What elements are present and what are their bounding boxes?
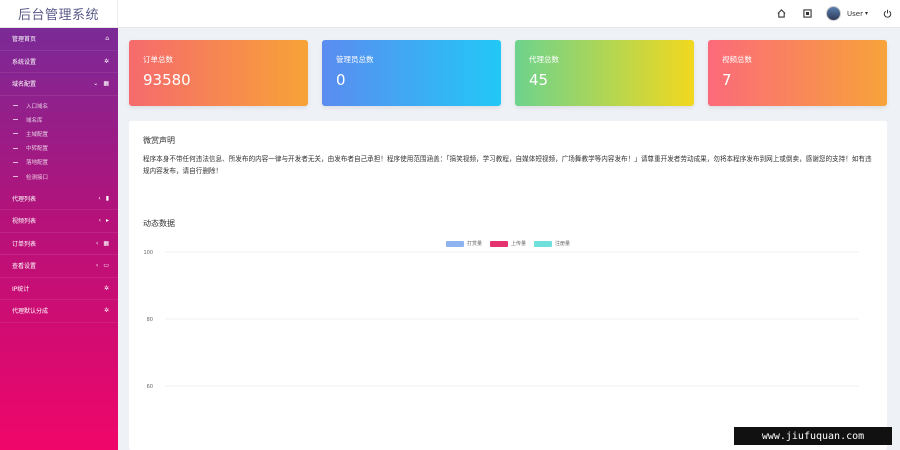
sidebar-item-label: 代理默认分成 — [12, 308, 49, 316]
dash-icon — [13, 105, 18, 107]
stat-card-videos: 视频总数 7 — [708, 40, 887, 106]
play-icon: ▸ — [105, 217, 109, 225]
app-title[interactable]: 后台管理系统 — [0, 0, 118, 28]
domain-submenu: 入口域名 域名库 主域配置 中转配置 落地配置 检测接口 — [0, 96, 118, 188]
sidebar-item-label: IP统计 — [12, 285, 30, 293]
chevron-left-icon: ‹ — [95, 262, 99, 270]
chevron-left-icon: ‹ — [98, 217, 101, 225]
sidebar-item-label: 域名配置 — [12, 81, 37, 89]
notice-title: 微赏声明 — [143, 136, 175, 145]
dash-icon — [13, 147, 18, 149]
notice-text: 程序本身不带任何违法信息、所发布的内容一律与开发者无关，由发布者自己承担！程序使… — [143, 155, 872, 175]
laptop-icon: ▭ — [103, 262, 109, 270]
fullscreen-icon[interactable] — [794, 0, 820, 28]
stat-value: 93580 — [143, 71, 191, 89]
user-icon: ▮ — [105, 194, 109, 202]
watermark: www.jiufuquan.com — [734, 427, 892, 445]
y-tick-label: 100 — [143, 250, 153, 256]
sidebar-item-label: 代理列表 — [12, 195, 37, 203]
sidebar-item-agent-commission[interactable]: 代理默认分成 ✲ — [0, 300, 118, 323]
submenu-item-label: 域名库 — [26, 117, 43, 124]
sidebar-item-label: 视频列表 — [12, 218, 37, 226]
stat-card-agents: 代理总数 45 — [515, 40, 694, 106]
sidebar-item-agents[interactable]: 代理列表 ‹ ▮ — [0, 188, 118, 211]
topbar-actions: User ▾ — [768, 0, 900, 28]
submenu-item-domain-pool[interactable]: 域名库 — [0, 113, 118, 127]
chevron-left-icon: ‹ — [98, 194, 101, 202]
gear-icon: ✲ — [103, 57, 109, 65]
stat-card-orders: 订单总数 93580 — [129, 40, 308, 106]
user-name: User — [847, 9, 863, 18]
dash-icon — [13, 119, 18, 121]
sidebar-item-label: 管理首页 — [12, 36, 37, 44]
top-bar: 后台管理系统 User ▾ — [0, 0, 900, 28]
home-icon: ⌂ — [105, 35, 109, 43]
sidebar-item-label: 查看设置 — [12, 263, 37, 271]
sidebar: 管理首页 ⌂ 系统设置 ✲ 域名配置 ⌄ ▦ 入口域名 域名库 主域配置 中转配… — [0, 28, 118, 450]
submenu-item-label: 中转配置 — [26, 146, 49, 153]
home-icon[interactable] — [768, 0, 794, 28]
calendar-icon: ▦ — [103, 80, 109, 88]
submenu-item-label: 主域配置 — [26, 131, 49, 138]
y-tick-label: 60 — [147, 384, 153, 390]
chevron-left-icon: ‹ — [95, 239, 99, 247]
calendar-icon: ▦ — [103, 239, 109, 247]
submenu-item-label: 检测接口 — [26, 174, 49, 181]
stat-value: 7 — [722, 71, 732, 89]
dash-icon — [13, 176, 18, 178]
submenu-item-main-domain[interactable]: 主域配置 — [0, 127, 118, 141]
submenu-item-label: 落地配置 — [26, 160, 49, 167]
submenu-item-landing-config[interactable]: 落地配置 — [0, 155, 118, 169]
stat-value: 0 — [336, 71, 346, 89]
submenu-item-label: 入口域名 — [26, 103, 49, 110]
power-icon[interactable] — [874, 0, 900, 28]
submenu-item-relay-config[interactable]: 中转配置 — [0, 141, 118, 155]
sidebar-item-system-settings[interactable]: 系统设置 ✲ — [0, 51, 118, 73]
sidebar-item-dashboard[interactable]: 管理首页 ⌂ — [0, 28, 118, 51]
chevron-down-icon: ▾ — [864, 10, 868, 17]
main-content: 订单总数 93580 管理员总数 0 代理总数 45 视频总数 7 微赏声明 程… — [118, 28, 900, 450]
sidebar-item-view-settings[interactable]: 查看设置 ‹ ▭ — [0, 255, 118, 278]
stat-title: 代理总数 — [529, 55, 559, 64]
sidebar-item-domain-config[interactable]: 域名配置 ⌄ ▦ — [0, 73, 118, 96]
sidebar-item-ip-stats[interactable]: IP统计 ✲ — [0, 278, 118, 301]
chart-panel: 动态数据 打赏量 上传量 注册量 100 80 60 — [129, 204, 887, 450]
line-chart: 100 80 60 — [143, 250, 859, 390]
sidebar-item-label: 订单列表 — [12, 240, 37, 248]
stat-title: 视频总数 — [722, 55, 752, 64]
dash-icon — [13, 161, 18, 163]
gear-icon: ✲ — [103, 307, 109, 315]
stat-value: 45 — [529, 71, 549, 89]
sidebar-item-orders[interactable]: 订单列表 ‹ ▦ — [0, 233, 118, 256]
stat-card-admins: 管理员总数 0 — [322, 40, 501, 106]
chevron-down-icon: ⌄ — [93, 80, 99, 88]
stat-title: 订单总数 — [143, 55, 173, 64]
sidebar-item-label: 系统设置 — [12, 58, 37, 66]
submenu-item-check-api[interactable]: 检测接口 — [0, 169, 118, 183]
gear-icon: ✲ — [103, 284, 109, 292]
user-menu[interactable]: User ▾ — [820, 0, 874, 28]
submenu-item-entry-domain[interactable]: 入口域名 — [0, 99, 118, 113]
dash-icon — [13, 133, 18, 135]
y-tick-label: 80 — [147, 317, 153, 323]
avatar — [826, 6, 842, 21]
sidebar-item-videos[interactable]: 视频列表 ‹ ▸ — [0, 210, 118, 233]
stat-title: 管理员总数 — [336, 55, 374, 64]
